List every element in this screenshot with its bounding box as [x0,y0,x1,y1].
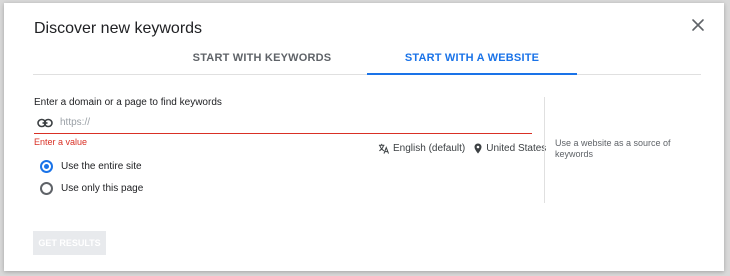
get-results-button[interactable]: GET RESULTS [33,231,106,255]
radio-button-unchecked[interactable] [40,181,53,195]
radio-use-entire-site[interactable]: Use the entire site [40,158,142,174]
translate-icon [378,143,389,154]
location-label: United States [486,142,547,154]
discover-keywords-dialog: Discover new keywords START WITH KEYWORD… [4,3,724,271]
side-hint: Use a website as a source of keywords [555,138,671,159]
dialog-title: Discover new keywords [34,20,203,37]
url-input[interactable] [60,114,520,130]
language-selector[interactable]: English (default) [378,143,465,154]
link-icon [37,116,53,130]
radio-label: Use the entire site [61,160,142,172]
language-label: English (default) [393,142,466,154]
radio-label: Use only this page [61,182,144,194]
tab-start-with-a-website[interactable]: START WITH A WEBSITE [367,43,577,75]
radio-button-checked[interactable] [40,159,53,173]
url-error-message: Enter a value [34,137,88,147]
tab-bar: START WITH KEYWORDS START WITH A WEBSITE [33,43,701,75]
close-icon[interactable] [690,17,706,33]
radio-use-only-this-page[interactable]: Use only this page [40,180,143,196]
location-selector[interactable]: United States [474,143,546,154]
vertical-divider [544,97,545,203]
tab-start-with-keywords[interactable]: START WITH KEYWORDS [158,43,366,74]
location-pin-icon [474,143,482,153]
targeting-settings: English (default) United States [378,141,546,155]
url-field [34,113,532,134]
url-field-label: Enter a domain or a page to find keyword… [34,97,222,108]
